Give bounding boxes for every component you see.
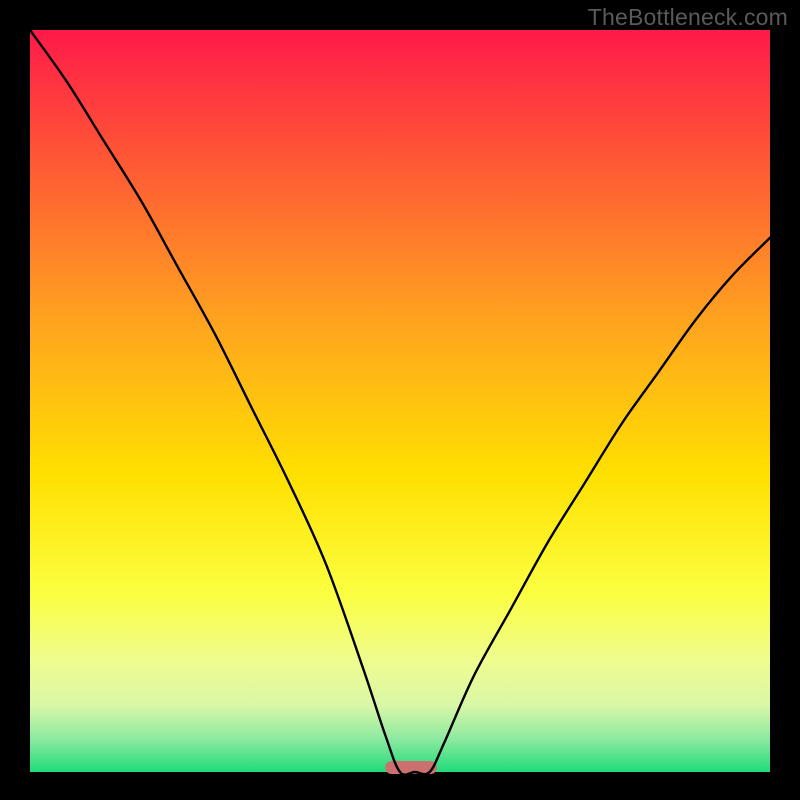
chart-svg — [0, 0, 800, 800]
watermark-text: TheBottleneck.com — [588, 4, 788, 31]
plot-background — [30, 30, 770, 772]
chart-frame: TheBottleneck.com — [0, 0, 800, 800]
